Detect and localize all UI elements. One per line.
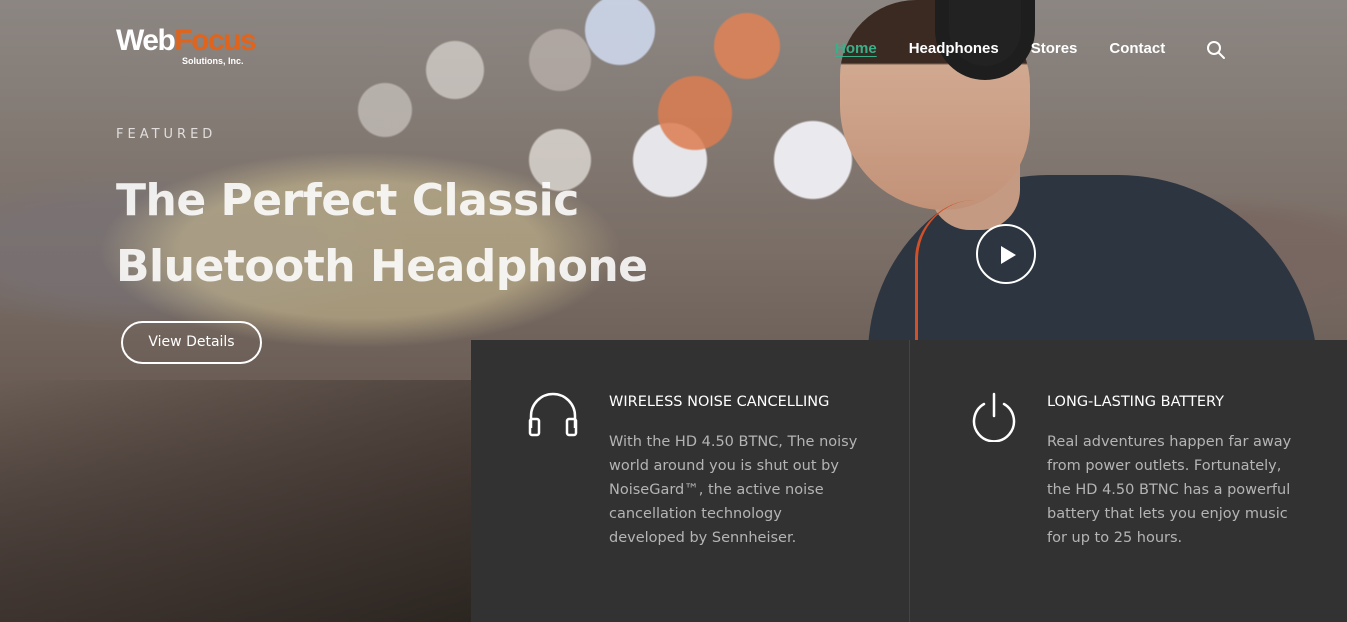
hero-shade [0,380,480,622]
main-nav: Home Headphones Stores Contact [835,38,1197,60]
headline-line-2: Bluetooth Headphone [116,241,648,292]
nav-stores[interactable]: Stores [1031,38,1078,60]
feature-noise-cancelling: WIRELESS NOISE CANCELLING With the HD 4.… [471,340,909,622]
search-icon[interactable] [1206,40,1226,60]
headphone-cable [915,200,975,350]
logo-web: Web [116,24,176,57]
logo-wordmark: WebFocus [116,24,257,57]
nav-home[interactable]: Home [835,38,877,60]
feature-battery: LONG-LASTING BATTERY Real adventures hap… [910,340,1347,622]
power-icon [968,390,1020,443]
brand-logo[interactable]: WebFocus Solutions, Inc. [116,24,257,71]
hero-headline: The Perfect Classic Bluetooth Headphone [116,168,716,300]
headline-line-1: The Perfect Classic [116,175,579,226]
play-icon[interactable] [976,224,1036,284]
headphones-icon [527,390,579,442]
feature-title: LONG-LASTING BATTERY [1047,394,1225,410]
nav-contact[interactable]: Contact [1109,38,1165,60]
nav-headphones[interactable]: Headphones [909,38,999,60]
feature-description: Real adventures happen far away from pow… [1047,434,1292,546]
feature-description: With the HD 4.50 BTNC, The noisy world a… [609,434,858,546]
logo-focus: Focus [174,24,256,57]
logo-tagline: Solutions, Inc. [182,56,244,66]
feature-title: WIRELESS NOISE CANCELLING [609,394,830,410]
view-details-button[interactable]: View Details [121,321,262,364]
features-panel: WIRELESS NOISE CANCELLING With the HD 4.… [471,340,1347,622]
featured-eyebrow: FEATURED [116,127,217,142]
